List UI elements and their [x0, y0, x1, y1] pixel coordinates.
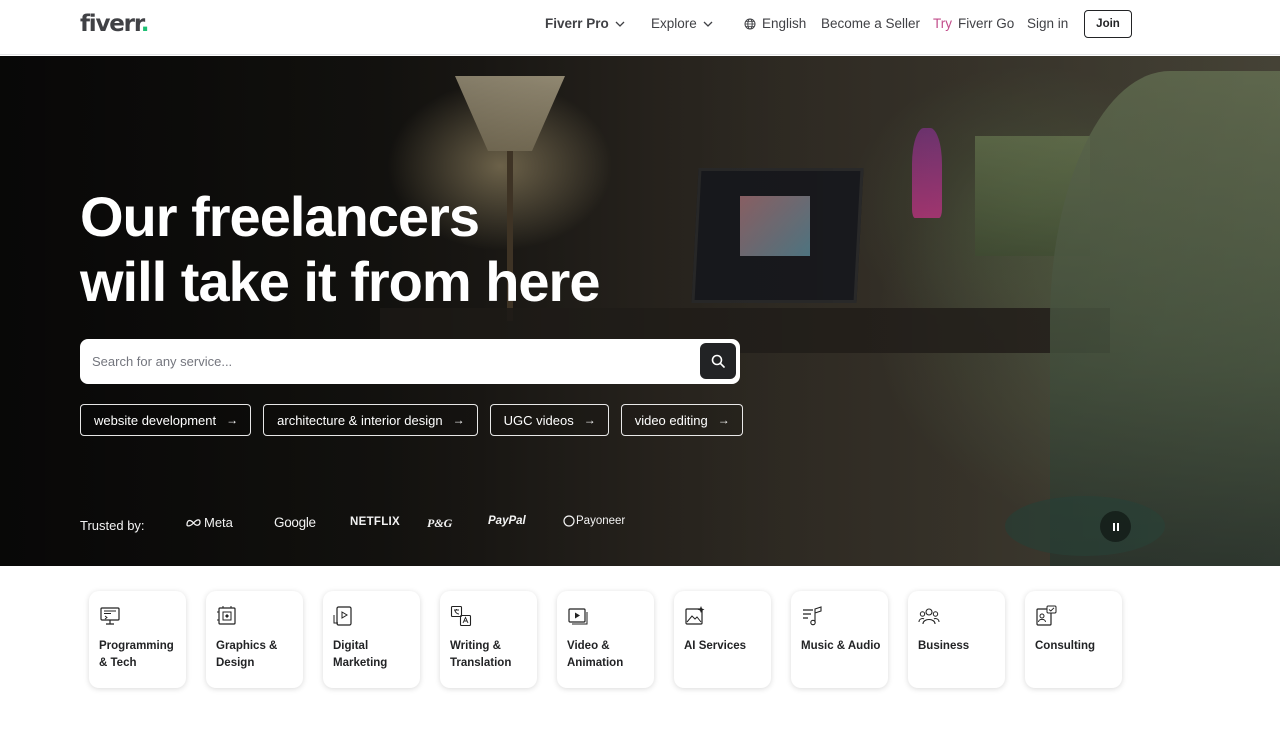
hero-title: Our freelancers will take it from here: [80, 184, 700, 314]
category-label: Writing & Translation: [450, 640, 512, 669]
nav-explore[interactable]: Explore: [651, 0, 713, 47]
monitor-code-icon: [100, 607, 120, 625]
category-label: AI Services: [684, 640, 747, 652]
search-icon: [711, 354, 725, 368]
chip-label: website development: [94, 412, 217, 428]
category-label: Video & Animation: [567, 640, 624, 669]
nav-language-label: English: [762, 16, 807, 31]
globe-icon: [744, 18, 756, 29]
chip-label: video editing: [634, 412, 708, 428]
trusted-by-label: Trusted by:: [80, 518, 145, 533]
arrow-right-icon: →: [452, 413, 465, 427]
category-business[interactable]: Business: [908, 591, 1005, 688]
brand-meta-text: Meta: [204, 515, 233, 530]
brand-paypal: PayPal: [488, 515, 526, 527]
brand-payoneer: Payoneer: [563, 515, 625, 527]
chip-label: architecture & interior design: [277, 412, 443, 428]
hero-section: Our freelancers will take it from here w…: [0, 56, 1280, 566]
category-writing-translation[interactable]: Writing & Translation: [440, 591, 537, 688]
design-frame-icon: [217, 606, 236, 625]
category-label: Graphics & Design: [216, 640, 278, 669]
brand-payoneer-text: Payoneer: [576, 515, 626, 527]
category-ai-services[interactable]: AI Services: [674, 591, 771, 688]
category-video-animation[interactable]: Video & Animation: [557, 591, 654, 688]
brand-pg: P&G: [427, 516, 453, 530]
popular-searches: website development → architecture & inte…: [80, 404, 743, 436]
pause-icon: [1112, 522, 1120, 531]
category-cards: Programming & Tech Graphics & Design Dig…: [89, 591, 1122, 688]
top-header: fiverr. Fiverr Pro Explore English Becom…: [0, 0, 1280, 55]
category-label: Digital Marketing: [333, 640, 388, 669]
chip-video-editing[interactable]: video editing →: [620, 404, 743, 436]
nav-explore-label: Explore: [651, 16, 697, 31]
category-graphics-design[interactable]: Graphics & Design: [206, 591, 303, 688]
logo-dot: .: [140, 11, 150, 37]
arrow-right-icon: →: [583, 413, 596, 427]
brand-netflix: NETFLIX: [350, 516, 401, 528]
music-icon: [803, 606, 822, 626]
logo-text: fiverr: [80, 11, 142, 37]
brand-google: Google: [274, 515, 316, 530]
try-go-prefix: Try: [933, 16, 952, 31]
nav-fiverr-pro[interactable]: Fiverr Pro: [545, 0, 625, 47]
hero-title-line1: Our freelancers: [80, 185, 480, 248]
meta-logo-icon: [186, 519, 201, 527]
hero-search-bar: [80, 339, 740, 384]
consulting-icon: [1036, 605, 1057, 626]
category-label: Consulting: [1035, 640, 1096, 652]
category-digital-marketing[interactable]: Digital Marketing: [323, 591, 420, 688]
brand-meta: Meta: [186, 515, 233, 530]
nav-fiverr-pro-label: Fiverr Pro: [545, 16, 609, 31]
nav-become-seller[interactable]: Become a Seller: [821, 0, 920, 47]
search-input[interactable]: [92, 339, 692, 384]
nav-try-fiverr-go[interactable]: Try Fiverr Go: [933, 0, 1014, 47]
ai-image-icon: [685, 606, 705, 625]
nav-language[interactable]: English: [744, 0, 806, 47]
chip-architecture-interior-design[interactable]: architecture & interior design →: [263, 404, 478, 436]
payoneer-logo-icon: [563, 515, 575, 527]
nav-sign-in-label: Sign in: [1027, 16, 1069, 31]
search-button[interactable]: [700, 343, 736, 379]
arrow-right-icon: →: [226, 413, 239, 427]
translate-icon: [450, 605, 472, 627]
category-consulting[interactable]: Consulting: [1025, 591, 1122, 688]
nav-become-seller-label: Become a Seller: [821, 16, 921, 31]
category-programming-tech[interactable]: Programming & Tech: [89, 591, 186, 688]
video-play-icon: [568, 608, 588, 625]
join-button[interactable]: Join: [1084, 10, 1132, 38]
pause-video-button[interactable]: [1100, 511, 1131, 542]
chip-website-development[interactable]: website development →: [80, 404, 252, 436]
team-icon: [918, 608, 940, 625]
chip-label: UGC videos: [503, 412, 574, 428]
chip-ugc-videos[interactable]: UGC videos →: [489, 404, 609, 436]
category-music-audio[interactable]: Music & Audio: [791, 591, 888, 688]
arrow-right-icon: →: [717, 413, 730, 427]
try-go-suffix: Fiverr Go: [958, 16, 1015, 31]
hero-title-line2: will take it from here: [80, 250, 601, 313]
category-label: Music & Audio: [801, 640, 881, 652]
chevron-down-icon: [615, 21, 625, 27]
nav-sign-in[interactable]: Sign in: [1027, 0, 1068, 47]
category-label: Programming & Tech: [99, 640, 174, 669]
fiverr-logo[interactable]: fiverr.: [80, 11, 150, 37]
marketing-icon: [333, 606, 352, 626]
category-label: Business: [918, 640, 970, 652]
chevron-down-icon: [703, 21, 713, 27]
